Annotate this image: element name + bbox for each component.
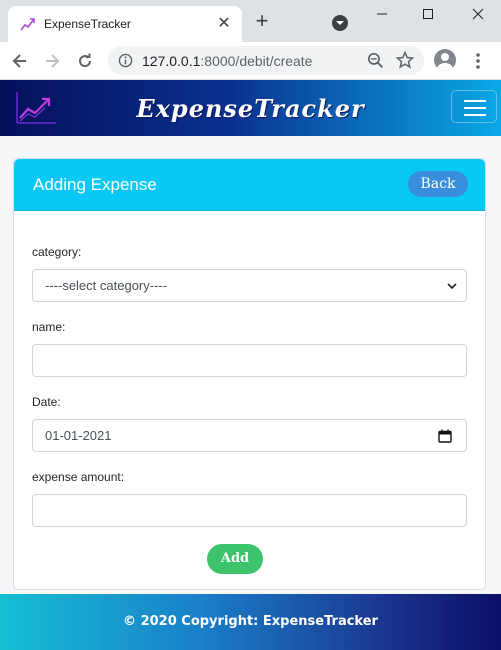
browser-toolbar: 127.0.0.1:8000/debit/create <box>0 42 501 80</box>
url-host: 127.0.0.1 <box>142 53 201 69</box>
star-icon[interactable] <box>396 51 414 69</box>
name-label: name: <box>32 320 66 334</box>
info-icon[interactable] <box>118 53 133 68</box>
app-footer: © 2020 Copyright: ExpenseTracker <box>0 594 501 650</box>
card-title: Adding Expense <box>33 175 157 194</box>
zoom-icon[interactable] <box>367 52 384 69</box>
category-select-value: ----select category---- <box>45 278 168 293</box>
plus-icon[interactable]: + <box>252 10 272 32</box>
date-input-value: 01-01-2021 <box>45 428 112 443</box>
footer-copyright: © 2020 Copyright: ExpenseTracker <box>123 614 378 629</box>
category-label: category: <box>32 245 82 259</box>
minimize-icon[interactable] <box>359 0 405 28</box>
add-expense-card: Adding Expense Back category: ----select… <box>13 158 486 590</box>
url-path: :8000/debit/create <box>200 53 313 69</box>
browser-tabstrip: ExpenseTracker ✕ + <box>0 0 501 42</box>
brand-title[interactable]: ExpenseTracker <box>0 94 501 123</box>
hamburger-icon[interactable] <box>451 90 497 123</box>
address-bar[interactable]: 127.0.0.1:8000/debit/create <box>108 46 424 75</box>
app-navbar: ExpenseTracker <box>0 80 501 136</box>
name-input[interactable] <box>32 344 467 377</box>
close-icon[interactable]: ✕ <box>214 14 234 34</box>
window-close-icon[interactable] <box>455 0 501 28</box>
back-button[interactable]: Back <box>408 171 468 197</box>
tab-title: ExpenseTracker <box>44 17 131 31</box>
category-select[interactable]: ----select category---- <box>32 269 467 302</box>
profile-icon[interactable] <box>434 49 456 71</box>
arrow-right-icon[interactable] <box>40 49 64 73</box>
chevron-down-icon <box>447 283 457 290</box>
arrow-left-icon[interactable] <box>8 49 32 73</box>
amount-label: expense amount: <box>32 470 125 484</box>
date-label: Date: <box>32 395 61 409</box>
calendar-icon[interactable] <box>438 429 452 443</box>
card-header: Adding Expense Back <box>14 159 485 211</box>
amount-input[interactable] <box>32 494 467 527</box>
browser-tab[interactable]: ExpenseTracker ✕ <box>8 6 242 42</box>
url-text: 127.0.0.1:8000/debit/create <box>142 53 312 69</box>
more-vert-icon[interactable] <box>470 50 486 72</box>
chart-favicon-icon <box>20 18 35 31</box>
maximize-icon[interactable] <box>405 0 451 28</box>
reload-icon[interactable] <box>73 49 97 73</box>
add-button[interactable]: Add <box>207 544 263 574</box>
tab-search-icon[interactable] <box>332 15 348 31</box>
date-input[interactable]: 01-01-2021 <box>32 419 467 452</box>
